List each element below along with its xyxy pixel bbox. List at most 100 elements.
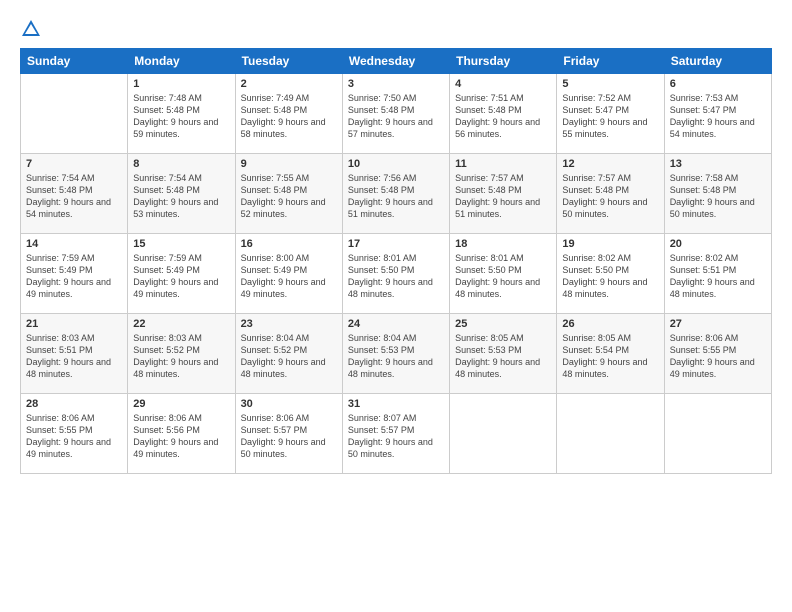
calendar-cell: 17 Sunrise: 8:01 AMSunset: 5:50 PMDayligh… — [342, 234, 449, 314]
calendar-header-thursday: Thursday — [450, 49, 557, 74]
calendar-cell: 8 Sunrise: 7:54 AMSunset: 5:48 PMDaylight… — [128, 154, 235, 234]
cell-info: Sunrise: 8:07 AMSunset: 5:57 PMDaylight:… — [348, 412, 444, 461]
calendar-cell: 28 Sunrise: 8:06 AMSunset: 5:55 PMDayligh… — [21, 394, 128, 474]
calendar-cell: 12 Sunrise: 7:57 AMSunset: 5:48 PMDayligh… — [557, 154, 664, 234]
day-number: 22 — [133, 318, 229, 330]
calendar-cell: 15 Sunrise: 7:59 AMSunset: 5:49 PMDayligh… — [128, 234, 235, 314]
calendar-cell: 27 Sunrise: 8:06 AMSunset: 5:55 PMDayligh… — [664, 314, 771, 394]
cell-info: Sunrise: 7:59 AMSunset: 5:49 PMDaylight:… — [26, 252, 122, 301]
calendar-cell: 13 Sunrise: 7:58 AMSunset: 5:48 PMDayligh… — [664, 154, 771, 234]
calendar-cell: 3Sunrise: 7:50 AMSunset: 5:48 PMDaylight… — [342, 74, 449, 154]
calendar-cell: 21 Sunrise: 8:03 AMSunset: 5:51 PMDayligh… — [21, 314, 128, 394]
calendar-cell: 22 Sunrise: 8:03 AMSunset: 5:52 PMDayligh… — [128, 314, 235, 394]
calendar-header-monday: Monday — [128, 49, 235, 74]
cell-info: Sunrise: 8:01 AMSunset: 5:50 PMDaylight:… — [348, 252, 444, 301]
day-number: 24 — [348, 318, 444, 330]
cell-info: Sunrise: 7:55 AMSunset: 5:48 PMDaylight:… — [241, 172, 337, 221]
day-number: 8 — [133, 158, 229, 170]
cell-info: Sunrise: 7:57 AMSunset: 5:48 PMDaylight:… — [562, 172, 658, 221]
page: SundayMondayTuesdayWednesdayThursdayFrid… — [0, 0, 792, 612]
calendar-cell: 7 Sunrise: 7:54 AMSunset: 5:48 PMDaylight… — [21, 154, 128, 234]
day-number: 12 — [562, 158, 658, 170]
calendar-cell: 26 Sunrise: 8:05 AMSunset: 5:54 PMDayligh… — [557, 314, 664, 394]
cell-info: Sunrise: 7:54 AMSunset: 5:48 PMDaylight:… — [26, 172, 122, 221]
day-number: 18 — [455, 238, 551, 250]
cell-info: Sunrise: 8:06 AMSunset: 5:57 PMDaylight:… — [241, 412, 337, 461]
cell-info: Sunrise: 8:02 AMSunset: 5:50 PMDaylight:… — [562, 252, 658, 301]
calendar-cell: 23 Sunrise: 8:04 AMSunset: 5:52 PMDayligh… — [235, 314, 342, 394]
calendar-cell: 11 Sunrise: 7:57 AMSunset: 5:48 PMDayligh… — [450, 154, 557, 234]
cell-info: Sunrise: 8:03 AMSunset: 5:51 PMDaylight:… — [26, 332, 122, 381]
day-number: 11 — [455, 158, 551, 170]
logo-icon — [20, 18, 42, 40]
cell-info: Sunrise: 8:03 AMSunset: 5:52 PMDaylight:… — [133, 332, 229, 381]
calendar-week-0: 1Sunrise: 7:48 AMSunset: 5:48 PMDaylight… — [21, 74, 772, 154]
cell-info: Sunrise: 8:05 AMSunset: 5:54 PMDaylight:… — [562, 332, 658, 381]
calendar-week-3: 21 Sunrise: 8:03 AMSunset: 5:51 PMDayligh… — [21, 314, 772, 394]
calendar-header-friday: Friday — [557, 49, 664, 74]
cell-info: Sunrise: 7:49 AMSunset: 5:48 PMDaylight:… — [241, 92, 337, 141]
calendar-table: SundayMondayTuesdayWednesdayThursdayFrid… — [20, 48, 772, 474]
calendar-cell: 20Sunrise: 8:02 AMSunset: 5:51 PMDayligh… — [664, 234, 771, 314]
day-number: 30 — [241, 398, 337, 410]
cell-info: Sunrise: 8:01 AMSunset: 5:50 PMDaylight:… — [455, 252, 551, 301]
cell-info: Sunrise: 8:06 AMSunset: 5:55 PMDaylight:… — [26, 412, 122, 461]
cell-info: Sunrise: 8:06 AMSunset: 5:56 PMDaylight:… — [133, 412, 229, 461]
day-number: 6 — [670, 78, 766, 90]
calendar-cell — [450, 394, 557, 474]
day-number: 25 — [455, 318, 551, 330]
day-number: 23 — [241, 318, 337, 330]
day-number: 26 — [562, 318, 658, 330]
header — [20, 18, 772, 40]
day-number: 31 — [348, 398, 444, 410]
cell-info: Sunrise: 7:54 AMSunset: 5:48 PMDaylight:… — [133, 172, 229, 221]
day-number: 16 — [241, 238, 337, 250]
calendar-cell: 5Sunrise: 7:52 AMSunset: 5:47 PMDaylight… — [557, 74, 664, 154]
calendar-cell: 9 Sunrise: 7:55 AMSunset: 5:48 PMDaylight… — [235, 154, 342, 234]
day-number: 7 — [26, 158, 122, 170]
logo — [20, 18, 46, 40]
cell-info: Sunrise: 7:59 AMSunset: 5:49 PMDaylight:… — [133, 252, 229, 301]
calendar-cell: 19Sunrise: 8:02 AMSunset: 5:50 PMDayligh… — [557, 234, 664, 314]
calendar-cell: 2 Sunrise: 7:49 AMSunset: 5:48 PMDaylight… — [235, 74, 342, 154]
calendar-cell: 1Sunrise: 7:48 AMSunset: 5:48 PMDaylight… — [128, 74, 235, 154]
calendar-cell — [664, 394, 771, 474]
calendar-cell: 14 Sunrise: 7:59 AMSunset: 5:49 PMDayligh… — [21, 234, 128, 314]
calendar-cell: 24Sunrise: 8:04 AMSunset: 5:53 PMDayligh… — [342, 314, 449, 394]
cell-info: Sunrise: 7:56 AMSunset: 5:48 PMDaylight:… — [348, 172, 444, 221]
calendar-cell: 30 Sunrise: 8:06 AMSunset: 5:57 PMDayligh… — [235, 394, 342, 474]
cell-info: Sunrise: 7:53 AMSunset: 5:47 PMDaylight:… — [670, 92, 766, 141]
cell-info: Sunrise: 7:48 AMSunset: 5:48 PMDaylight:… — [133, 92, 229, 141]
cell-info: Sunrise: 7:57 AMSunset: 5:48 PMDaylight:… — [455, 172, 551, 221]
day-number: 17 — [348, 238, 444, 250]
calendar-week-2: 14 Sunrise: 7:59 AMSunset: 5:49 PMDayligh… — [21, 234, 772, 314]
day-number: 15 — [133, 238, 229, 250]
day-number: 5 — [562, 78, 658, 90]
day-number: 28 — [26, 398, 122, 410]
calendar-cell: 29 Sunrise: 8:06 AMSunset: 5:56 PMDayligh… — [128, 394, 235, 474]
day-number: 4 — [455, 78, 551, 90]
day-number: 21 — [26, 318, 122, 330]
calendar-cell: 31 Sunrise: 8:07 AMSunset: 5:57 PMDayligh… — [342, 394, 449, 474]
day-number: 9 — [241, 158, 337, 170]
calendar-cell — [557, 394, 664, 474]
cell-info: Sunrise: 8:00 AMSunset: 5:49 PMDaylight:… — [241, 252, 337, 301]
calendar-week-4: 28 Sunrise: 8:06 AMSunset: 5:55 PMDayligh… — [21, 394, 772, 474]
cell-info: Sunrise: 7:51 AMSunset: 5:48 PMDaylight:… — [455, 92, 551, 141]
day-number: 10 — [348, 158, 444, 170]
day-number: 13 — [670, 158, 766, 170]
cell-info: Sunrise: 8:04 AMSunset: 5:52 PMDaylight:… — [241, 332, 337, 381]
day-number: 20 — [670, 238, 766, 250]
calendar-header-saturday: Saturday — [664, 49, 771, 74]
day-number: 14 — [26, 238, 122, 250]
day-number: 3 — [348, 78, 444, 90]
day-number: 2 — [241, 78, 337, 90]
cell-info: Sunrise: 7:58 AMSunset: 5:48 PMDaylight:… — [670, 172, 766, 221]
cell-info: Sunrise: 8:06 AMSunset: 5:55 PMDaylight:… — [670, 332, 766, 381]
day-number: 27 — [670, 318, 766, 330]
calendar-cell: 6 Sunrise: 7:53 AMSunset: 5:47 PMDaylight… — [664, 74, 771, 154]
calendar-cell: 18 Sunrise: 8:01 AMSunset: 5:50 PMDayligh… — [450, 234, 557, 314]
calendar-cell — [21, 74, 128, 154]
day-number: 29 — [133, 398, 229, 410]
cell-info: Sunrise: 8:05 AMSunset: 5:53 PMDaylight:… — [455, 332, 551, 381]
